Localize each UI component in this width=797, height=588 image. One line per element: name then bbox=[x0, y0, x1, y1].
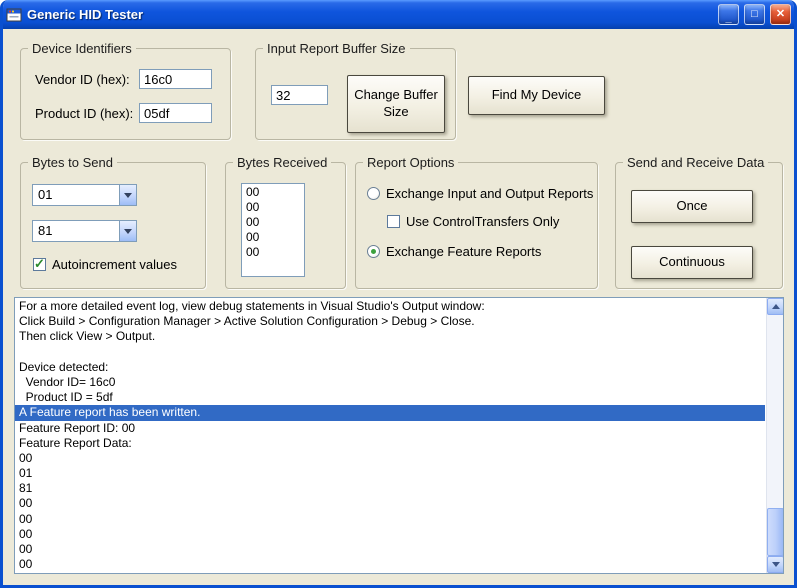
group-bytes-to-send: Bytes to Send 01 81 Autoincrement values bbox=[20, 155, 206, 289]
change-buffer-size-button[interactable]: Change Buffer Size bbox=[347, 75, 445, 133]
autoincrement-checkbox-row[interactable]: Autoincrement values bbox=[33, 256, 178, 272]
byte1-dropdown[interactable]: 01 bbox=[32, 184, 137, 206]
checkbox-label: Use ControlTransfers Only bbox=[406, 214, 560, 229]
group-buffer-size: Input Report Buffer Size Change Buffer S… bbox=[255, 41, 456, 140]
group-send-receive: Send and Receive Data Once Continuous bbox=[615, 155, 783, 289]
chevron-down-icon[interactable] bbox=[119, 221, 136, 241]
checkbox-control-transfers[interactable]: Use ControlTransfers Only bbox=[387, 214, 559, 229]
chevron-down-icon[interactable] bbox=[119, 185, 136, 205]
group-title: Report Options bbox=[363, 155, 459, 170]
close-button[interactable]: ✕ bbox=[770, 4, 791, 25]
product-id-label: Product ID (hex): bbox=[35, 106, 134, 121]
autoincrement-label: Autoincrement values bbox=[52, 257, 178, 272]
log-line[interactable]: Device detected: bbox=[15, 360, 765, 375]
group-report-options: Report Options Exchange Input and Output… bbox=[355, 155, 598, 289]
vendor-id-input[interactable] bbox=[139, 69, 212, 89]
log-line[interactable]: 01 bbox=[15, 466, 765, 481]
log-line[interactable]: Then click View > Output. bbox=[15, 329, 765, 344]
log-line[interactable]: 00 bbox=[15, 512, 765, 527]
window-title: Generic HID Tester bbox=[27, 7, 144, 22]
received-byte-item[interactable]: 00 bbox=[242, 245, 304, 260]
scrollbar-thumb[interactable] bbox=[767, 508, 783, 556]
buffer-size-input[interactable] bbox=[271, 85, 328, 105]
product-id-input[interactable] bbox=[139, 103, 212, 123]
radio-icon[interactable] bbox=[367, 187, 380, 200]
log-line[interactable]: Product ID = 5df bbox=[15, 390, 765, 405]
bytes-received-list[interactable]: 00 00 00 00 00 bbox=[241, 183, 305, 277]
scroll-down-button[interactable] bbox=[767, 556, 783, 573]
group-title: Send and Receive Data bbox=[623, 155, 769, 170]
group-title: Device Identifiers bbox=[28, 41, 136, 56]
log-line[interactable]: Feature Report ID: 00 bbox=[15, 421, 765, 436]
log-scrollbar[interactable] bbox=[766, 298, 783, 573]
byte1-selected-value: 01 bbox=[38, 187, 53, 202]
log-line[interactable]: 81 bbox=[15, 481, 765, 496]
received-byte-item[interactable]: 00 bbox=[242, 230, 304, 245]
log-line[interactable]: 00 bbox=[15, 542, 765, 557]
log-line[interactable]: Vendor ID= 16c0 bbox=[15, 375, 765, 390]
app-icon bbox=[6, 8, 22, 21]
log-line[interactable]: Feature Report Data: bbox=[15, 436, 765, 451]
byte2-selected-value: 81 bbox=[38, 223, 53, 238]
scroll-up-button[interactable] bbox=[767, 298, 783, 315]
vendor-id-label: Vendor ID (hex): bbox=[35, 72, 130, 87]
received-byte-item[interactable]: 00 bbox=[242, 185, 304, 200]
group-device-identifiers: Device Identifiers Vendor ID (hex): Prod… bbox=[20, 41, 231, 140]
radio-label: Exchange Feature Reports bbox=[386, 244, 542, 259]
log-line[interactable]: 00 bbox=[15, 527, 765, 542]
maximize-button[interactable]: □ bbox=[744, 4, 765, 25]
radio-icon[interactable] bbox=[367, 245, 380, 258]
log-line[interactable]: 00 bbox=[15, 557, 765, 572]
control-transfers-checkbox[interactable] bbox=[387, 215, 400, 228]
log-line[interactable] bbox=[15, 345, 765, 360]
find-my-device-button[interactable]: Find My Device bbox=[468, 76, 605, 115]
received-byte-item[interactable]: 00 bbox=[242, 215, 304, 230]
group-bytes-received: Bytes Received 00 00 00 00 00 bbox=[225, 155, 346, 289]
autoincrement-checkbox[interactable] bbox=[33, 256, 46, 272]
radio-exchange-feature-reports[interactable]: Exchange Feature Reports bbox=[367, 244, 541, 259]
log-line[interactable]: 00 bbox=[15, 451, 765, 466]
once-button[interactable]: Once bbox=[631, 190, 753, 223]
radio-label: Exchange Input and Output Reports bbox=[386, 186, 594, 201]
log-line[interactable]: A Feature report has been written. bbox=[15, 405, 765, 421]
radio-exchange-io-reports[interactable]: Exchange Input and Output Reports bbox=[367, 186, 593, 201]
byte2-dropdown[interactable]: 81 bbox=[32, 220, 137, 242]
group-title: Bytes Received bbox=[233, 155, 332, 170]
arrow-down-icon bbox=[771, 562, 780, 571]
continuous-button[interactable]: Continuous bbox=[631, 246, 753, 279]
log-line[interactable]: For a more detailed event log, view debu… bbox=[15, 299, 765, 314]
titlebar: Generic HID Tester _ □ ✕ bbox=[3, 0, 794, 29]
log-lines: For a more detailed event log, view debu… bbox=[15, 299, 765, 573]
arrow-up-icon bbox=[771, 300, 780, 309]
group-title: Input Report Buffer Size bbox=[263, 41, 410, 56]
log-line[interactable]: Click Build > Configuration Manager > Ac… bbox=[15, 314, 765, 329]
log-line[interactable]: 00 bbox=[15, 496, 765, 511]
received-byte-item[interactable]: 00 bbox=[242, 200, 304, 215]
app-window: Generic HID Tester _ □ ✕ Device Identifi… bbox=[0, 0, 797, 588]
minimize-button[interactable]: _ bbox=[718, 4, 739, 25]
event-log-list[interactable]: For a more detailed event log, view debu… bbox=[14, 297, 784, 574]
group-title: Bytes to Send bbox=[28, 155, 117, 170]
